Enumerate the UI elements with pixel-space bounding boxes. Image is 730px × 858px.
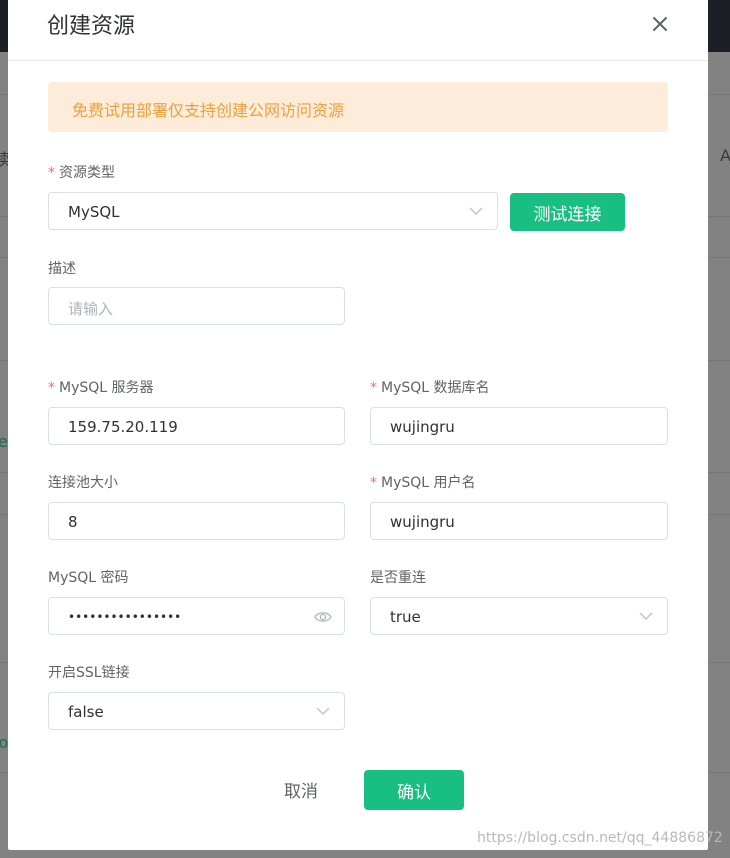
chevron-down-icon — [639, 612, 653, 621]
background-edge-text: e — [0, 432, 8, 451]
chevron-down-icon — [316, 707, 330, 716]
resource-type-label: * 资源类型 — [48, 165, 115, 181]
required-asterisk: * — [48, 165, 55, 181]
resource-type-select[interactable]: MySQL — [48, 192, 498, 230]
close-icon[interactable] — [648, 12, 672, 36]
reconnect-select[interactable]: true — [370, 597, 668, 635]
password-value: •••••••••••••••• — [68, 610, 182, 624]
server-label: * MySQL 服务器 — [48, 380, 154, 396]
description-placeholder: 请输入 — [68, 300, 114, 318]
background-edge-text: lo — [0, 733, 9, 752]
ssl-select[interactable]: false — [48, 692, 345, 730]
watermark: https://blog.csdn.net/qq_44886872 — [477, 830, 723, 846]
confirm-button[interactable]: 确认 — [364, 770, 464, 810]
required-asterisk: * — [370, 475, 377, 491]
pool-size-value: 8 — [68, 513, 78, 531]
test-connection-button[interactable]: 测试连接 — [510, 193, 625, 231]
server-value: 159.75.20.119 — [68, 418, 178, 436]
create-resource-dialog: 创建资源 免费试用部署仅支持创建公网访问资源 * 资源类型 MySQL 测试连接 … — [8, 0, 708, 850]
server-input[interactable]: 159.75.20.119 — [48, 407, 345, 445]
database-input[interactable]: wujingru — [370, 407, 668, 445]
username-label: * MySQL 用户名 — [370, 475, 476, 491]
cancel-button[interactable]: 取消 — [284, 777, 318, 802]
database-value: wujingru — [390, 418, 455, 436]
username-value: wujingru — [390, 513, 455, 531]
alert-text: 免费试用部署仅支持创建公网访问资源 — [72, 101, 345, 120]
dialog-title: 创建资源 — [47, 14, 136, 39]
ssl-label: 开启SSL链接 — [48, 665, 130, 681]
reconnect-value: true — [390, 608, 421, 626]
info-alert: 免费试用部署仅支持创建公网访问资源 — [48, 82, 668, 132]
password-label: MySQL 密码 — [48, 570, 129, 586]
password-input[interactable]: •••••••••••••••• — [48, 597, 345, 635]
required-asterisk: * — [370, 380, 377, 396]
pool-size-input[interactable]: 8 — [48, 502, 345, 540]
eye-icon[interactable] — [314, 609, 332, 625]
dialog-header: 创建资源 — [8, 0, 708, 61]
pool-size-label: 连接池大小 — [48, 475, 118, 491]
ssl-value: false — [68, 703, 104, 721]
username-input[interactable]: wujingru — [370, 502, 668, 540]
description-input[interactable]: 请输入 — [48, 287, 345, 325]
required-asterisk: * — [48, 380, 55, 396]
chevron-down-icon — [469, 207, 483, 216]
description-label: 描述 — [48, 261, 76, 277]
background-edge-text: A — [720, 146, 730, 165]
resource-type-value: MySQL — [68, 203, 120, 221]
reconnect-label: 是否重连 — [370, 570, 426, 586]
database-label: * MySQL 数据库名 — [370, 380, 490, 396]
